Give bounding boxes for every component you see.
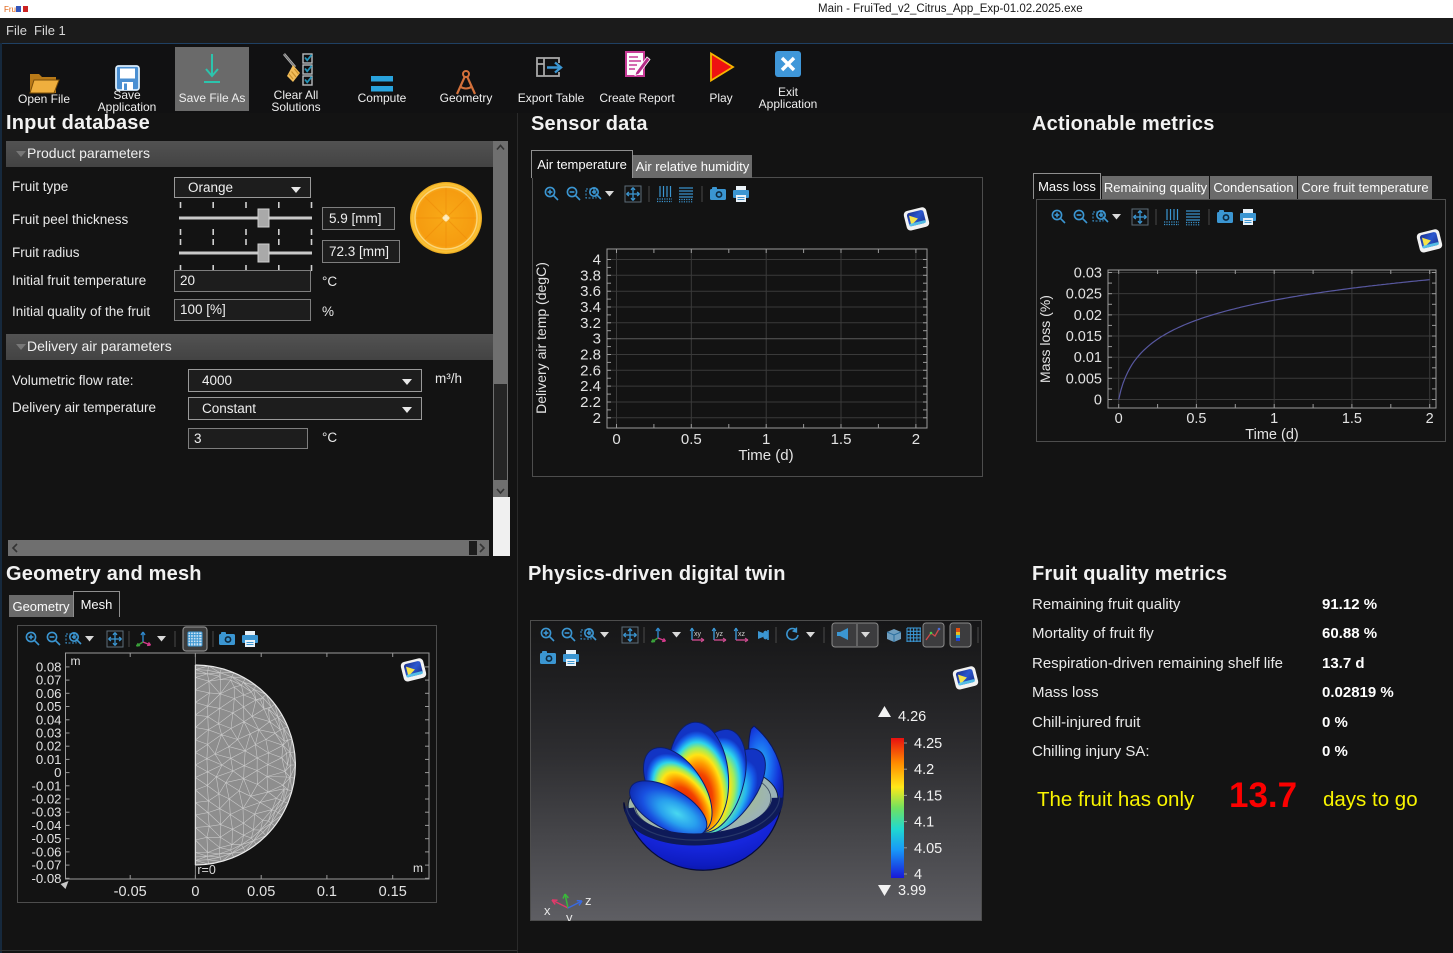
svg-text:yz: yz [716,631,724,638]
svg-text:0.03: 0.03 [1074,266,1102,282]
svg-text:4.2: 4.2 [914,762,934,778]
svg-text:0.1: 0.1 [317,884,337,900]
svg-text:1.5: 1.5 [1342,411,1362,427]
svg-text:3.4: 3.4 [580,299,601,316]
svg-text:0.02: 0.02 [1074,308,1102,324]
svg-text:4.25: 4.25 [914,736,942,752]
svg-text:1: 1 [1270,411,1278,427]
svg-text:Time (d): Time (d) [1245,427,1298,442]
svg-text:0.05: 0.05 [247,884,275,900]
svg-text:-0.05: -0.05 [114,884,147,900]
svg-text:4.15: 4.15 [914,788,942,804]
svg-text:Mass loss (%): Mass loss (%) [1037,295,1053,383]
svg-text:Time (d): Time (d) [738,447,793,464]
svg-text:4.1: 4.1 [914,815,934,831]
svg-text:3.2: 3.2 [580,315,601,332]
svg-text:m: m [413,861,423,875]
svg-text:2.8: 2.8 [580,347,601,364]
svg-text:0.015: 0.015 [1066,329,1102,345]
svg-text:4: 4 [914,867,922,883]
svg-text:2: 2 [593,410,601,427]
svg-text:3.8: 3.8 [580,267,601,284]
svg-text:2.6: 2.6 [580,362,601,379]
svg-text:0.01: 0.01 [1074,350,1102,366]
svg-text:4: 4 [593,252,601,269]
svg-text:3.99: 3.99 [898,883,926,899]
svg-text:0: 0 [1094,393,1102,409]
svg-text:4.05: 4.05 [914,841,942,857]
svg-text:2: 2 [1426,411,1434,427]
svg-text:3.6: 3.6 [580,283,601,300]
svg-text:z: z [585,893,592,908]
svg-text:0.005: 0.005 [1066,371,1102,387]
svg-text:2.2: 2.2 [580,394,601,411]
svg-text:2.4: 2.4 [580,378,601,395]
svg-text:-0.08: -0.08 [31,871,61,886]
svg-text:y: y [566,910,573,921]
svg-text:r=0: r=0 [197,863,215,877]
svg-text:0.025: 0.025 [1066,287,1102,303]
svg-text:4.26: 4.26 [898,709,926,725]
svg-text:0.15: 0.15 [379,884,407,900]
svg-text:0: 0 [612,431,620,448]
svg-text:xz: xz [738,631,746,638]
svg-text:Fru: Fru [4,5,16,14]
svg-text:xy: xy [694,631,702,638]
svg-text:x: x [544,903,551,918]
svg-text:0.5: 0.5 [1186,411,1206,427]
svg-text:3: 3 [593,331,601,348]
svg-text:0: 0 [1115,411,1123,427]
svg-text:2: 2 [912,431,920,448]
svg-text:m: m [71,654,81,668]
svg-text:1.5: 1.5 [831,431,852,448]
svg-text:Delivery air temp (degC): Delivery air temp (degC) [533,262,549,414]
svg-text:0: 0 [191,884,199,900]
svg-text:1: 1 [762,431,770,448]
svg-text:0.5: 0.5 [681,431,702,448]
